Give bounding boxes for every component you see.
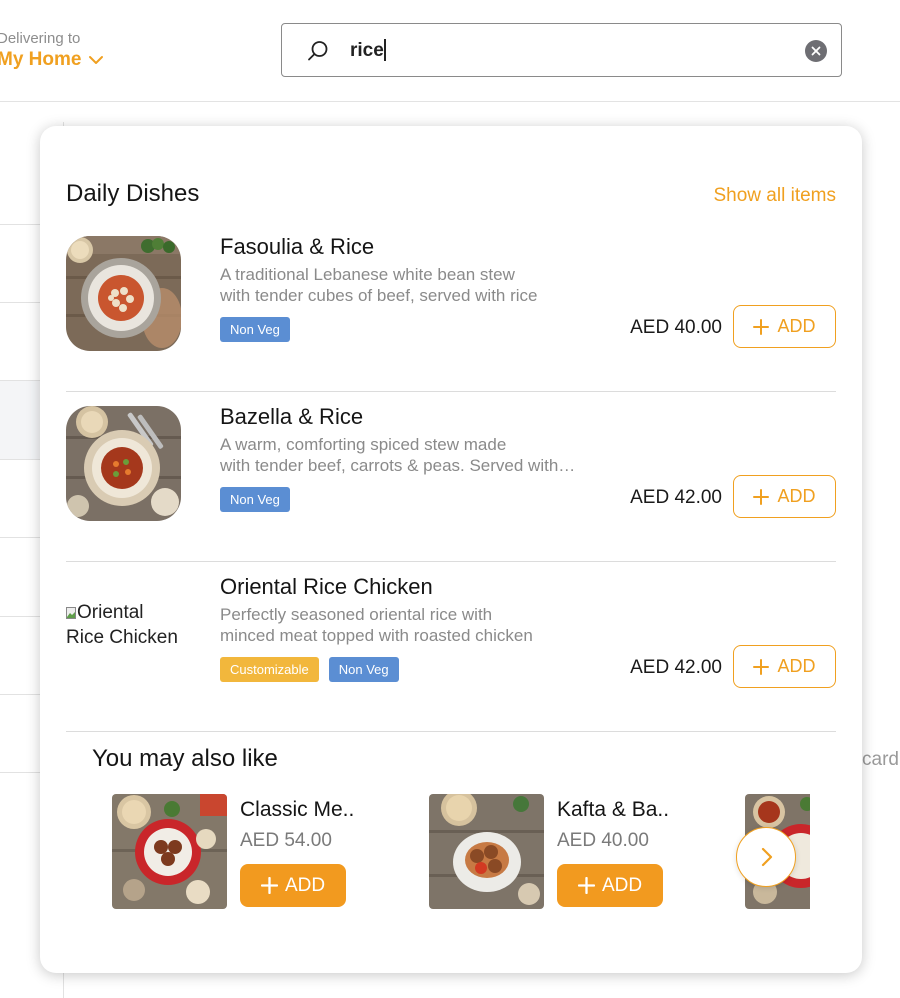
add-button-label: ADD [777,316,816,336]
dish-name: Fasoulia & Rice [220,234,375,259]
top-bar: Delivering to My Home [0,0,900,102]
dish-image [66,236,181,351]
dish-tags: Non Veg [220,317,290,342]
add-button-label: ADD [777,656,816,676]
background-peek-text: card [862,749,899,770]
chevron-down-icon [89,56,104,64]
image-alt-text: Oriental Rice Chicken [66,602,178,648]
suggestion-image [112,794,227,909]
dish-price: AED 42.00 [630,657,722,678]
dish-tags: Customizable Non Veg [220,657,399,682]
dish-tags: Non Veg [220,487,290,512]
tag-customizable: Customizable [220,657,319,682]
dish-image [66,406,181,521]
dish-row[interactable]: Fasoulia & Rice A traditional Lebanese w… [66,222,836,392]
suggestion-image [429,794,544,909]
tag-non-veg: Non Veg [220,487,290,512]
dish-description: A traditional Lebanese white bean stew w… [220,264,580,306]
suggestion-price: AED 40.00 [557,830,649,851]
plus-icon [753,318,770,335]
plus-icon [260,877,278,894]
tag-non-veg: Non Veg [328,657,399,682]
background-row-divider [0,537,40,538]
add-button-label: ADD [284,874,326,896]
dish-description: A warm, comforting spiced stew made with… [220,434,580,476]
background-row-divider [0,694,40,695]
search-input[interactable] [350,37,770,65]
search-icon [308,41,328,61]
background-row-divider [0,459,40,460]
delivery-caption: Delivering to [0,30,81,47]
add-button[interactable]: ADD [733,645,836,688]
dish-description-line: Perfectly seasoned oriental rice with [220,605,493,624]
dish-description: Perfectly seasoned oriental rice with mi… [220,604,580,646]
broken-image-icon [66,607,76,619]
background-row-divider [0,224,40,225]
suggestion-name: Classic Me.. [240,798,355,821]
background-row-divider [0,302,40,303]
dish-description-line: A warm, comforting spiced stew made [220,435,507,454]
dish-description-line: with tender beef, carrots & peas. Served… [220,456,580,475]
add-button-label: ADD [601,874,643,896]
background-row-divider [0,616,40,617]
dish-description-line: minced meat topped with roasted chicken [220,626,533,645]
dish-name: Bazella & Rice [220,404,364,429]
dish-row[interactable]: Bazella & Rice A warm, comforting spiced… [66,392,836,562]
dish-price: AED 42.00 [630,487,722,508]
dish-price: AED 40.00 [630,317,722,338]
dish-description-line: A traditional Lebanese white bean stew [220,265,515,284]
section-title: Daily Dishes [66,180,200,207]
dish-row[interactable]: Oriental Rice Chicken Oriental Rice Chic… [66,562,836,732]
search-results-dropdown: Daily Dishes Show all items Fasoulia & R… [40,126,862,973]
plus-icon [753,658,770,675]
text-caret [384,39,386,61]
add-button-label: ADD [777,486,816,506]
chevron-right-icon [761,847,773,867]
add-button[interactable]: ADD [733,475,836,518]
add-button[interactable]: ADD [733,305,836,348]
suggestion-name: Kafta & Ba.. [557,798,670,821]
dish-name: Oriental Rice Chicken [220,574,433,599]
dish-description-line: with tender cubes of beef, served with r… [220,286,538,305]
tag-non-veg: Non Veg [220,317,290,342]
plus-icon [753,488,770,505]
background-row-divider [0,772,40,773]
also-like-title: You may also like [92,745,278,772]
background-selected-row [0,381,40,459]
plus-icon [577,877,595,894]
clear-icon [811,46,821,56]
delivery-location-selector[interactable]: My Home [0,49,105,71]
delivery-location-label: My Home [0,49,82,70]
clear-search-button[interactable] [805,40,827,62]
suggestions-carousel: Classic Me.. AED 54.00 ADD Kafta & Ba.. … [112,794,810,912]
show-all-items-link[interactable]: Show all items [714,185,837,207]
background-row-divider [0,380,40,381]
add-button[interactable]: ADD [557,864,663,907]
search-box [281,23,842,77]
suggestion-price: AED 54.00 [240,830,332,851]
add-button[interactable]: ADD [240,864,346,907]
broken-image-placeholder: Oriental Rice Chicken [66,600,186,650]
carousel-next-button[interactable] [736,827,796,887]
